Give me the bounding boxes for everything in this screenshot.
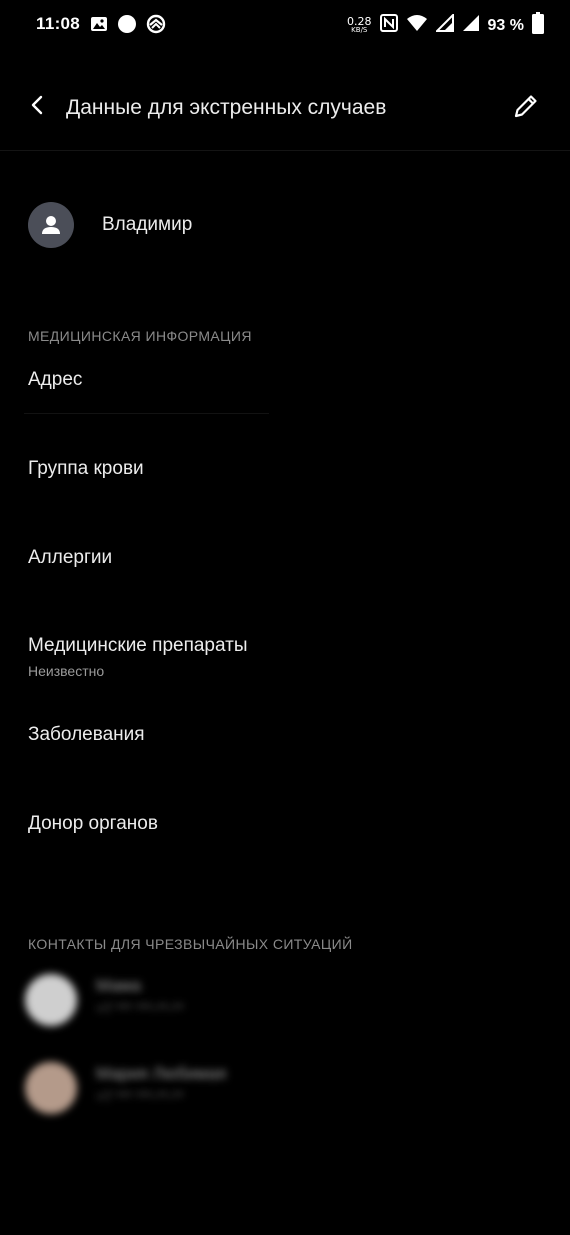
battery-percent: 93 % xyxy=(487,16,524,34)
edit-button[interactable] xyxy=(510,92,542,124)
status-notification-icons xyxy=(90,14,166,39)
medical-item-address[interactable]: Адрес xyxy=(0,369,570,439)
image-icon xyxy=(90,15,108,38)
item-title: Заболевания xyxy=(28,724,145,745)
profile-name: Владимир xyxy=(102,214,193,235)
status-system-icons: 0.28 KB/S 93 % xyxy=(347,12,544,39)
sync-icon xyxy=(146,14,166,39)
contact-avatar xyxy=(25,1062,77,1114)
contact-phone: +7 *** ***-**-** xyxy=(96,1088,184,1104)
wifi-icon xyxy=(406,14,428,37)
divider xyxy=(24,413,269,414)
person-icon xyxy=(28,216,74,248)
contact-row[interactable]: Мария Любимая +7 *** ***-**-** xyxy=(0,1058,570,1118)
net-speed-value: 0.28 xyxy=(347,14,372,28)
medical-item-organ-donor[interactable]: Донор органов xyxy=(0,813,570,883)
signal-icon xyxy=(462,14,480,37)
item-title: Донор органов xyxy=(28,813,158,834)
pencil-icon xyxy=(512,92,540,125)
item-title: Аллергии xyxy=(28,547,113,568)
status-time: 11:08 xyxy=(36,14,81,33)
contact-row[interactable]: Мама +7 *** ***-**-** xyxy=(0,970,570,1030)
medical-item-allergies[interactable]: Аллергии xyxy=(0,547,570,617)
back-button[interactable] xyxy=(22,92,52,122)
net-speed-unit: KB/S xyxy=(351,25,368,34)
circle-icon xyxy=(117,14,137,39)
item-title: Медицинские препараты xyxy=(28,635,248,656)
app-bar: Данные для экстренных случаев xyxy=(0,70,570,151)
medical-info-header: МЕДИЦИНСКАЯ ИНФОРМАЦИЯ xyxy=(28,328,252,344)
net-speed: 0.28 KB/S xyxy=(347,14,372,35)
medical-item-conditions[interactable]: Заболевания xyxy=(0,724,570,794)
avatar xyxy=(28,202,74,248)
page-title: Данные для экстренных случаев xyxy=(66,96,387,119)
contact-name: Мама xyxy=(96,976,141,995)
item-title: Группа крови xyxy=(28,458,144,479)
contact-phone: +7 *** ***-**-** xyxy=(96,1000,184,1016)
profile-row[interactable]: Владимир xyxy=(0,200,570,250)
contact-name: Мария Любимая xyxy=(96,1064,227,1083)
status-bar: 11:08 0.28 KB/S 93 % xyxy=(0,0,570,50)
nfc-icon xyxy=(379,14,398,37)
emergency-contacts-header: КОНТАКТЫ ДЛЯ ЧРЕЗВЫЧАЙНЫХ СИТУАЦИЙ xyxy=(28,936,353,952)
item-title: Адрес xyxy=(28,369,83,390)
item-subtitle: Неизвестно xyxy=(28,663,105,679)
signal-icon xyxy=(434,12,454,37)
medical-item-blood-type[interactable]: Группа крови xyxy=(0,458,570,528)
contact-avatar xyxy=(25,974,77,1026)
battery-icon xyxy=(532,12,544,39)
medical-item-medications[interactable]: Медицинские препараты Неизвестно xyxy=(0,635,570,705)
back-arrow-icon xyxy=(29,94,45,121)
